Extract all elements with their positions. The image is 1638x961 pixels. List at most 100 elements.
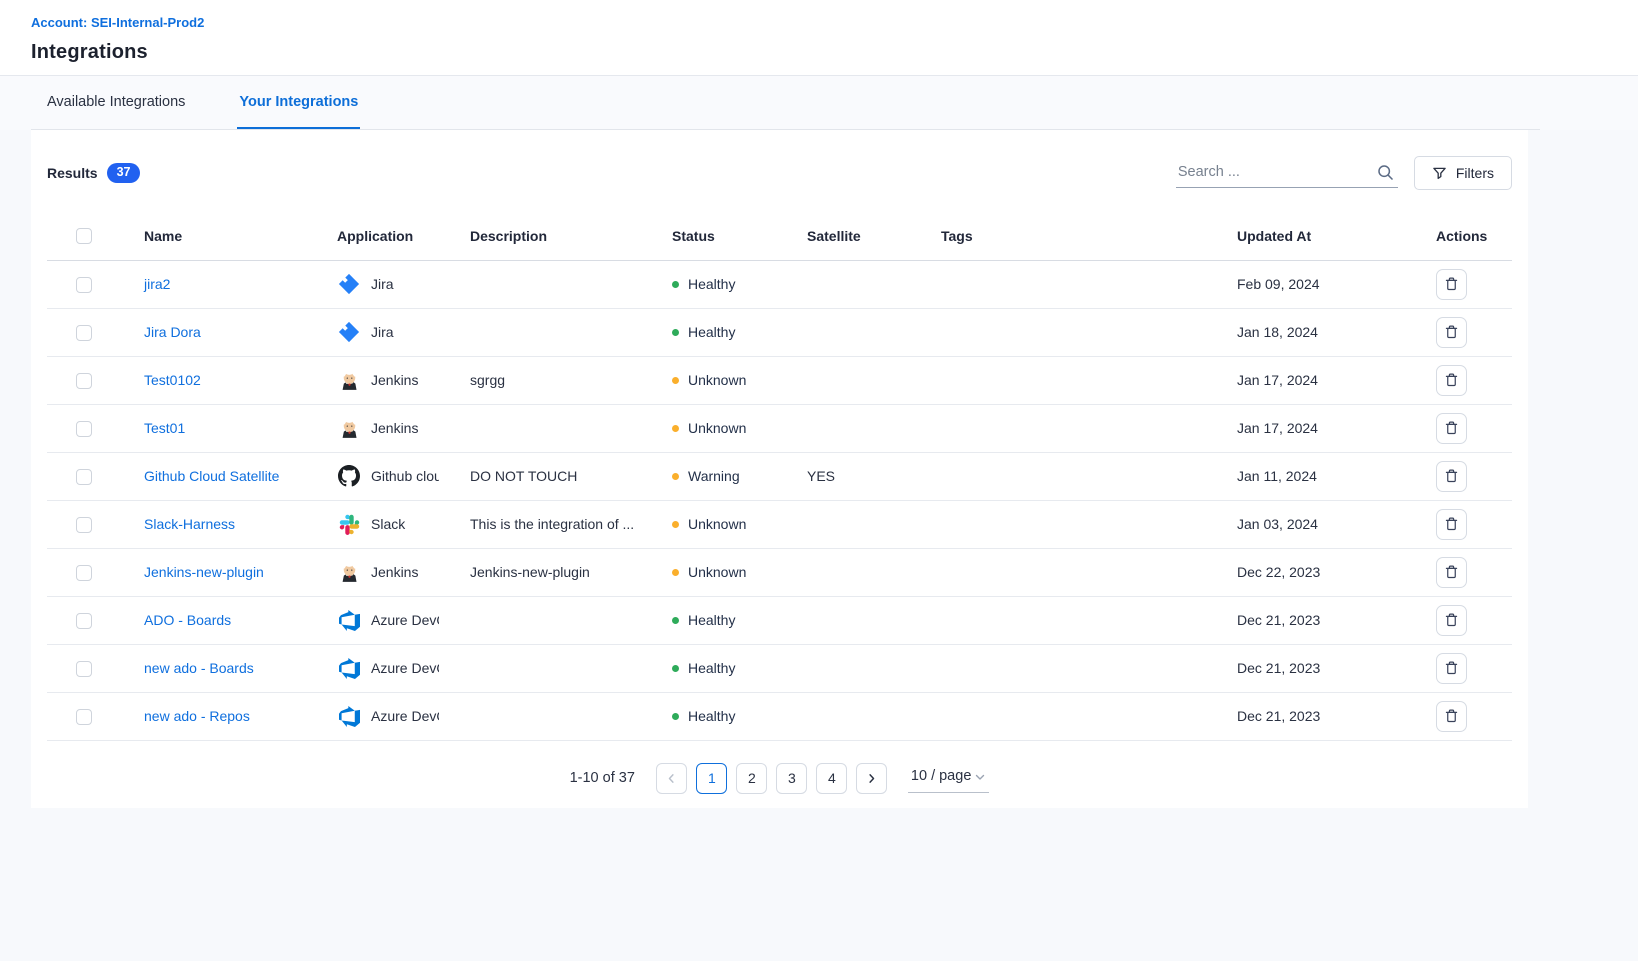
search-icon[interactable] [1377,164,1394,181]
table-row: Test0102 Jenkins sgrgg Unknown Jan 17, 2… [47,356,1512,404]
row-checkbox[interactable] [76,613,92,629]
delete-button[interactable] [1436,701,1467,732]
table-row: new ado - Repos Azure DevO... Healthy De… [47,692,1512,740]
delete-button[interactable] [1436,317,1467,348]
app-label: Jira [371,276,394,292]
row-name-link[interactable]: jira2 [144,276,170,292]
row-satellite [776,548,910,596]
status-dot [672,425,679,432]
row-checkbox[interactable] [76,325,92,341]
trash-icon [1444,612,1459,628]
chevron-left-icon [666,773,677,784]
row-description [439,308,641,356]
app-label: Slack [371,516,405,532]
tab-your-integrations[interactable]: Your Integrations [237,76,360,129]
tab-available-integrations[interactable]: Available Integrations [45,76,187,129]
row-name-link[interactable]: Test01 [144,420,185,436]
row-name-link[interactable]: new ado - Boards [144,660,254,676]
row-satellite [776,404,910,452]
row-checkbox[interactable] [76,661,92,677]
row-checkbox[interactable] [76,709,92,725]
row-name-link[interactable]: ADO - Boards [144,612,231,628]
delete-button[interactable] [1436,461,1467,492]
search-input[interactable] [1176,158,1398,187]
delete-button[interactable] [1436,365,1467,396]
delete-button[interactable] [1436,509,1467,540]
jenkins-icon [337,368,361,392]
page-buttons: 1234 [692,763,852,794]
page-button-1[interactable]: 1 [696,763,727,794]
prev-page-button[interactable] [656,763,687,794]
page-size-select[interactable]: 10 / page [908,763,989,793]
row-name-link[interactable]: Github Cloud Satellite [144,468,279,484]
status-label: Warning [688,468,740,484]
column-header-status: Status [641,212,776,260]
row-tags [910,692,1206,740]
app-label: Github cloud [371,468,439,484]
status-label: Healthy [688,708,735,724]
delete-button[interactable] [1436,413,1467,444]
column-header-updated-at: Updated At [1206,212,1405,260]
filters-button[interactable]: Filters [1414,156,1512,190]
row-checkbox[interactable] [76,469,92,485]
column-header-tags: Tags [910,212,1206,260]
delete-button[interactable] [1436,605,1467,636]
row-satellite [776,308,910,356]
row-updated: Jan 03, 2024 [1206,500,1405,548]
row-checkbox[interactable] [76,277,92,293]
column-header-application: Application [306,212,439,260]
row-checkbox[interactable] [76,421,92,437]
integrations-card: Results 37 Filters [31,130,1528,808]
trash-icon [1444,660,1459,676]
row-name-link[interactable]: Jenkins-new-plugin [144,564,264,580]
row-updated: Jan 18, 2024 [1206,308,1405,356]
table-row: Github Cloud Satellite Github cloud DO N… [47,452,1512,500]
next-page-button[interactable] [856,763,887,794]
results-label: Results [47,165,98,181]
row-checkbox[interactable] [76,373,92,389]
row-tags [910,596,1206,644]
page-header: Account: SEI-Internal-Prod2 Integrations [0,0,1638,76]
app-label: Jenkins [371,564,418,580]
page-button-4[interactable]: 4 [816,763,847,794]
table-row: Jira Dora Jira Healthy Jan 18, 2024 [47,308,1512,356]
delete-button[interactable] [1436,269,1467,300]
row-description: Jenkins-new-plugin [439,548,641,596]
row-checkbox[interactable] [76,565,92,581]
table-row: Slack-Harness Slack This is the integrat… [47,500,1512,548]
row-description: sgrgg [439,356,641,404]
chevron-down-icon [974,771,986,783]
slack-icon [337,512,361,536]
page-button-3[interactable]: 3 [776,763,807,794]
row-tags [910,452,1206,500]
app-label: Jenkins [371,420,418,436]
delete-button[interactable] [1436,653,1467,684]
row-name-link[interactable]: new ado - Repos [144,708,250,724]
app-label: Azure DevO... [371,660,439,676]
app-label: Jenkins [371,372,418,388]
status-dot [672,281,679,288]
row-name-link[interactable]: Jira Dora [144,324,201,340]
row-updated: Jan 17, 2024 [1206,356,1405,404]
page-button-2[interactable]: 2 [736,763,767,794]
row-description: DO NOT TOUCH [439,452,641,500]
page-size-label: 10 / page [911,768,971,784]
column-header-satellite: Satellite [776,212,910,260]
status-dot [672,521,679,528]
delete-button[interactable] [1436,557,1467,588]
row-description [439,260,641,308]
row-satellite: YES [776,452,910,500]
status-label: Unknown [688,564,746,580]
row-satellite [776,356,910,404]
row-name-link[interactable]: Slack-Harness [144,516,235,532]
status-dot [672,617,679,624]
row-updated: Dec 21, 2023 [1206,692,1405,740]
account-link[interactable]: Account: SEI-Internal-Prod2 [31,15,204,30]
row-name-link[interactable]: Test0102 [144,372,201,388]
azure-devops-icon [337,704,361,728]
select-all-checkbox[interactable] [76,228,92,244]
row-checkbox[interactable] [76,517,92,533]
status-label: Healthy [688,612,735,628]
row-description: This is the integration of ... [439,500,641,548]
row-updated: Dec 21, 2023 [1206,644,1405,692]
